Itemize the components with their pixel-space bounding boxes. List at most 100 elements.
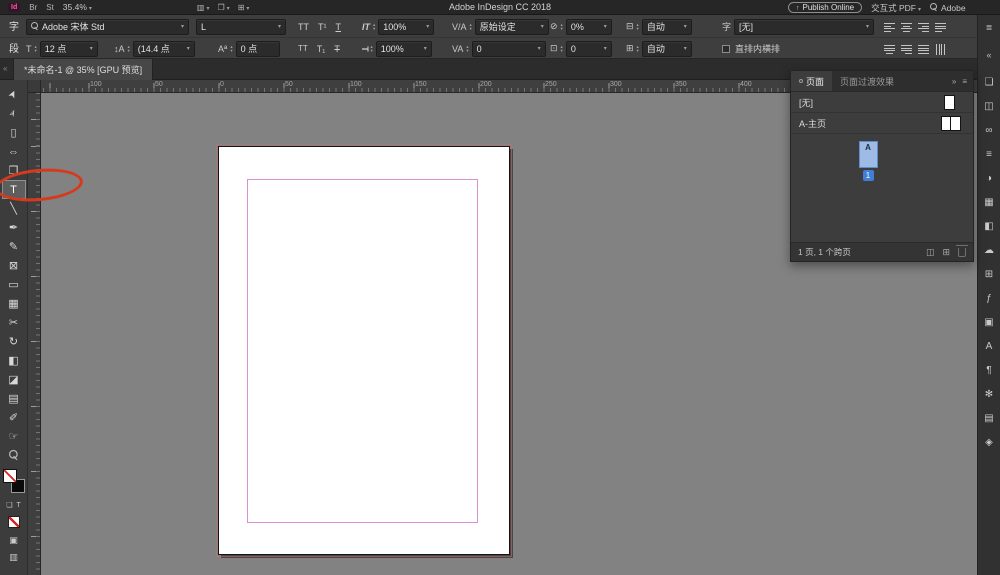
cc-libraries-panel-icon[interactable]: ☁ — [984, 238, 994, 262]
page-tool[interactable]: ▯ — [2, 123, 26, 142]
tab-pages[interactable]: 页面 — [791, 71, 832, 91]
indesign-logo-icon[interactable]: Id — [8, 3, 20, 12]
proportional-spacing-field[interactable]: 0% — [566, 19, 612, 35]
aki-stepper[interactable] — [561, 45, 563, 52]
new-page-icon[interactable]: ⊞ — [942, 247, 950, 258]
page-1-number-badge[interactable]: 1 — [863, 170, 874, 181]
justify-last-right-icon[interactable] — [901, 45, 912, 54]
kerning-stepper[interactable] — [470, 23, 472, 30]
preview-mode-button[interactable]: ▥ — [9, 552, 18, 562]
object-styles-panel-icon[interactable]: ▣ — [984, 310, 993, 334]
selection-tool[interactable]: ➤ — [2, 85, 26, 104]
view-options-icon[interactable]: ▥ — [197, 3, 210, 12]
bridge-icon[interactable]: Br — [29, 3, 37, 12]
gap-tool[interactable]: ⇔ — [2, 142, 26, 161]
page-1-thumbnail[interactable]: A — [859, 141, 878, 168]
font-family-dropdown[interactable]: Adobe 宋体 Std — [26, 19, 189, 35]
vertical-scale-stepper[interactable] — [373, 23, 375, 30]
baseline-shift-stepper[interactable] — [230, 45, 232, 52]
all-caps-icon[interactable]: TT — [298, 22, 309, 32]
ruler-origin-corner[interactable] — [28, 80, 41, 93]
screen-mode-menu-icon[interactable]: ❒ — [218, 3, 230, 12]
fill-swatch-none[interactable] — [3, 469, 17, 483]
character-styles-panel-icon[interactable]: A — [986, 334, 993, 358]
effects-panel-icon[interactable]: ƒ — [986, 286, 992, 310]
search-field[interactable]: Adobe — [930, 3, 972, 13]
rectangle-frame-tool[interactable]: ⊠ — [2, 256, 26, 275]
subscript-icon[interactable]: T₁ — [317, 44, 326, 54]
master-none-thumbnail[interactable] — [944, 95, 955, 110]
pages-list-area[interactable]: A 1 — [791, 134, 973, 244]
tab-page-transitions[interactable]: 页面过渡效果 — [832, 71, 902, 91]
grid-tool[interactable]: ▦ — [2, 294, 26, 313]
stock-icon[interactable]: St — [46, 3, 54, 12]
pen-tool[interactable]: ✒ — [2, 218, 26, 237]
small-caps-icon[interactable]: TT — [298, 44, 308, 53]
align-center-icon[interactable] — [901, 23, 912, 32]
gradient-panel-icon[interactable]: ◧ — [984, 214, 993, 238]
arrange-documents-icon[interactable]: ⊞ — [238, 3, 250, 12]
panel-collapse-icon[interactable]: » — [952, 77, 956, 86]
strikethrough-icon[interactable]: T — [334, 44, 340, 54]
type-tool[interactable]: T — [2, 180, 26, 199]
pages-panel-icon[interactable]: ❏ — [985, 70, 994, 94]
tab-scroll-icon[interactable]: « — [3, 64, 7, 73]
rectangle-tool[interactable]: ▭ — [2, 275, 26, 294]
grid-align-stepper-2[interactable] — [637, 45, 639, 52]
master-a-thumbnail[interactable] — [941, 116, 961, 131]
leading-field[interactable]: (14.4 点 — [133, 41, 195, 57]
delete-page-icon[interactable] — [958, 248, 966, 257]
paragraph-formatting-icon[interactable]: 段 — [6, 40, 22, 55]
aki-field[interactable]: 0 — [566, 41, 612, 57]
vertical-scale-field[interactable]: 100% — [378, 19, 434, 35]
publish-online-button[interactable]: Publish Online — [788, 2, 862, 13]
grid-align-stepper-1[interactable] — [637, 23, 639, 30]
justify-last-center-icon[interactable] — [884, 45, 895, 54]
workspace-switcher[interactable]: 交互式 PDF — [871, 2, 921, 14]
color-panel-icon[interactable]: ◑ — [986, 166, 992, 190]
baseline-shift-field[interactable]: 0 点 — [236, 41, 280, 57]
edit-page-size-icon[interactable]: ◫ — [926, 247, 935, 258]
story-editor-panel-icon[interactable]: ▤ — [984, 406, 993, 430]
note-tool[interactable]: ▤ — [2, 389, 26, 408]
panel-menu-icon[interactable]: ≡ — [962, 77, 967, 86]
zoom-level-dropdown[interactable]: 35.4% — [63, 2, 92, 12]
master-none-row[interactable]: [无] — [791, 92, 973, 113]
font-style-dropdown[interactable]: L — [196, 19, 286, 35]
eyedropper-tool[interactable]: ✐ — [2, 408, 26, 427]
expand-panels-icon[interactable]: « — [986, 50, 991, 60]
layers-panel-icon[interactable]: ◫ — [984, 94, 993, 118]
align-panel-icon[interactable]: ⊞ — [985, 262, 993, 286]
fill-stroke-swatches[interactable] — [3, 469, 25, 493]
underline-icon[interactable]: T — [336, 22, 342, 32]
justify-all-icon[interactable] — [918, 45, 929, 54]
tracking-stepper[interactable] — [466, 45, 468, 52]
page-1-item[interactable]: A 1 — [853, 141, 883, 181]
text-wrap-panel-icon[interactable]: ◈ — [985, 430, 993, 454]
grid-align-field-2[interactable]: 自动 — [642, 41, 692, 57]
zoom-tool[interactable] — [2, 446, 26, 465]
horizontal-scale-stepper[interactable] — [371, 45, 373, 52]
tatechuyoko-checkbox[interactable] — [722, 45, 730, 53]
direct-selection-tool[interactable]: ➢ — [2, 104, 26, 123]
document-tab[interactable]: *未命名-1 @ 35% [GPU 预览] — [13, 59, 153, 80]
font-size-stepper[interactable] — [35, 45, 37, 52]
character-formatting-icon[interactable]: 字 — [6, 18, 22, 33]
proportional-spacing-stepper[interactable] — [561, 23, 563, 30]
paragraph-styles-panel-icon[interactable]: ¶ — [986, 358, 991, 382]
glyphs-panel-icon[interactable]: ✻ — [985, 382, 993, 406]
links-panel-icon[interactable]: ∞ — [985, 118, 992, 142]
align-left-icon[interactable] — [884, 23, 895, 32]
leading-stepper[interactable] — [128, 45, 130, 52]
vertical-ruler[interactable] — [28, 93, 41, 575]
free-transform-tool[interactable]: ↻ — [2, 332, 26, 351]
gradient-feather-tool[interactable]: ◪ — [2, 370, 26, 389]
kerning-field[interactable]: 原始设定 — [475, 19, 549, 35]
character-style-dropdown[interactable]: [无] — [734, 19, 874, 35]
hand-tool[interactable]: ☞ — [2, 427, 26, 446]
vertical-justify-icon[interactable] — [936, 44, 945, 55]
swatches-panel-icon[interactable]: ▦ — [984, 190, 993, 214]
pencil-tool[interactable]: ✎ — [2, 237, 26, 256]
apply-none-button[interactable] — [8, 516, 20, 528]
master-a-row[interactable]: A-主页 — [791, 113, 973, 134]
